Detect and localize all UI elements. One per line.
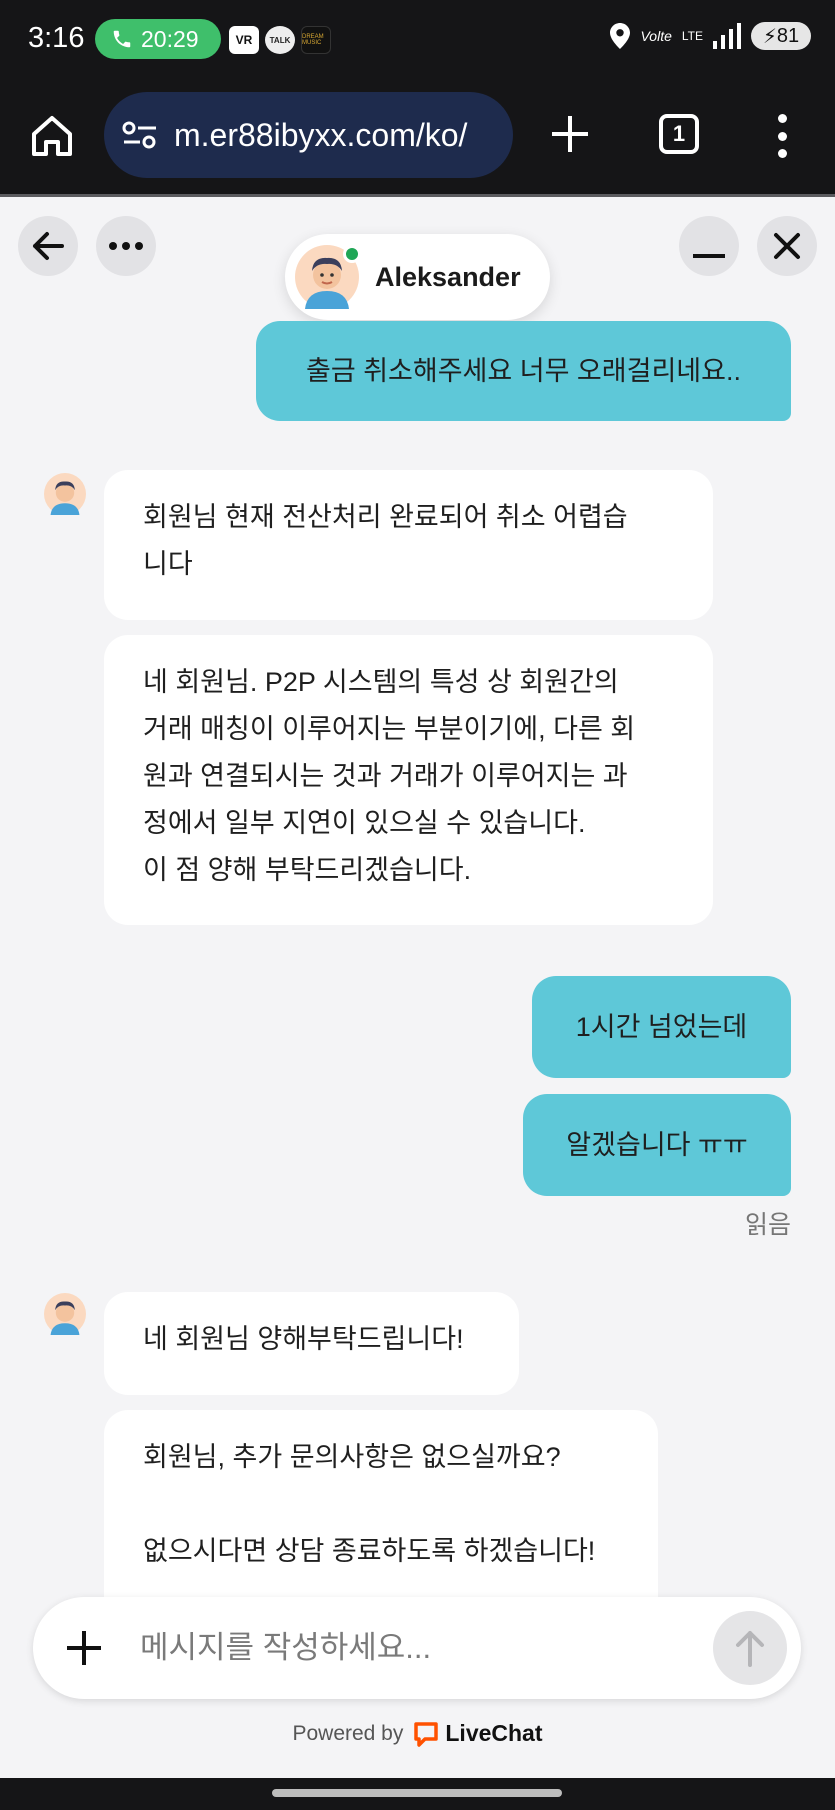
message-text: 출금 취소해주세요 너무 오래걸리네요.. [306,355,741,386]
message-composer [33,1597,801,1699]
agent-name: Aleksander [375,261,521,292]
send-button[interactable] [713,1611,787,1685]
message-outgoing: 1시간 넘었는데 [532,976,791,1078]
message-input[interactable] [140,1630,700,1666]
agent-avatar-small [44,473,86,515]
minimize-button[interactable] [679,216,739,276]
ongoing-call-chip[interactable]: 20:29 [95,19,221,59]
browser-toolbar: m.er88ibyxx.com/ko/ 1 [0,80,835,197]
charging-icon: ⚡ [762,25,777,48]
home-icon[interactable] [28,112,76,160]
talk-app-icon: TALK [265,26,295,54]
online-status-dot [343,245,361,263]
agent-avatar [295,245,361,309]
minimize-icon [693,254,725,258]
back-button[interactable] [18,216,78,276]
call-duration: 20:29 [141,25,199,52]
livechat-brand-name: LiveChat [445,1720,543,1746]
tab-switcher-button[interactable]: 1 [659,114,699,154]
read-receipt: 읽음 [744,1211,791,1239]
message-incoming: 네 회원님 양해부탁드립니다! [104,1292,519,1395]
message-outgoing: 출금 취소해주세요 너무 오래걸리네요.. [256,321,791,421]
add-attachment-icon[interactable] [64,1628,104,1668]
status-indicators: Volte LTE ⚡ 81 [610,22,811,50]
more-menu-icon[interactable] [770,114,794,158]
ellipsis-icon [109,242,143,250]
gesture-handle[interactable] [272,1789,562,1797]
message-incoming: 네 회원님. P2P 시스템의 특성 상 회원간의 거래 매칭이 이루어지는 부… [104,635,713,925]
livechat-logo[interactable]: LiveChat [413,1720,543,1747]
arrow-up-icon [736,1631,764,1667]
agent-avatar-small [44,1293,86,1335]
new-tab-icon[interactable] [548,112,592,156]
message-incoming: 회원님, 추가 문의사항은 없으실까요? 없으시다면 상담 종료하도록 하겠습니… [104,1410,658,1600]
dream-music-app-icon: DREAM MUSIC [301,26,331,54]
site-settings-icon[interactable] [122,120,158,150]
address-bar[interactable]: m.er88ibyxx.com/ko/ [104,92,513,178]
status-bar: 3:16 20:29 VR TALK DREAM MUSIC Volte LTE… [0,0,835,80]
close-icon [774,233,800,259]
vr-app-icon: VR [229,26,259,54]
chat-window: Aleksander 출금 취소해주세요 너무 오래걸리네요.. 회원님 현재 … [0,200,835,1600]
arrow-left-icon [33,232,64,260]
location-icon [610,23,631,49]
phone-icon [113,30,131,48]
message-incoming: 회원님 현재 전산처리 완료되어 취소 어렵습 니다 [104,470,713,620]
powered-by-label: Powered by [292,1721,404,1745]
chat-options-button[interactable] [96,216,156,276]
message-outgoing: 알겠습니다 ㅠㅠ [523,1094,791,1196]
lte-indicator: LTE [681,29,703,43]
clock: 3:16 [28,22,85,54]
message-text: 알겠습니다 ㅠㅠ [566,1129,748,1160]
agent-header: Aleksander [285,234,550,320]
powered-by: Powered by LiveChat [0,1720,835,1747]
message-text: 1시간 넘었는데 [575,1011,748,1042]
battery-level: 81 [776,24,800,47]
volte-indicator: Volte [640,28,672,44]
url-text: m.er88ibyxx.com/ko/ [174,116,468,153]
close-button[interactable] [757,216,817,276]
battery-indicator: ⚡ 81 [751,22,811,50]
signal-icon [713,23,741,49]
livechat-bubble-icon [414,1721,439,1747]
system-navigation-bar [0,1778,835,1810]
